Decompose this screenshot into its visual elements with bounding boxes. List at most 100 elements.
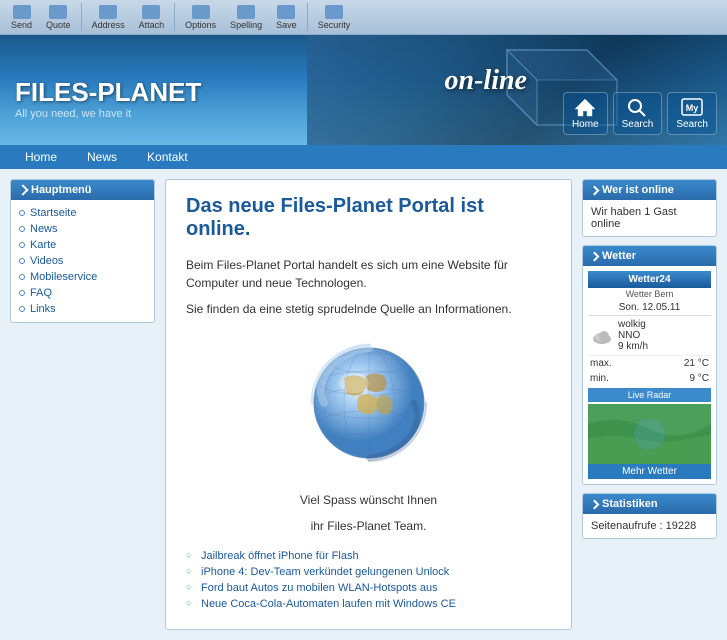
options-icon — [192, 5, 210, 19]
send-icon — [13, 5, 31, 19]
header-logo: FILES-PLANET All you need, we have it — [15, 77, 201, 120]
news-link-2[interactable]: Ford baut Autos zu mobilen WLAN-Hotspots… — [186, 582, 551, 594]
toolbar-options[interactable]: Options — [179, 3, 222, 32]
bullet-icon — [19, 290, 25, 296]
toolbar-security[interactable]: Security — [312, 3, 357, 32]
home-nav-button[interactable]: Home — [563, 92, 608, 135]
toolbar-address[interactable]: Address — [86, 3, 131, 32]
sidebar-item-videos[interactable]: Videos — [11, 253, 154, 269]
stats-box-content: Seitenaufrufe : 19228 — [583, 514, 716, 538]
bullet-icon — [19, 210, 25, 216]
globe-icon — [304, 338, 434, 468]
sidebar-item-startseite[interactable]: Startseite — [11, 205, 154, 221]
main-paragraph2: Sie finden da eine stetig sprudelnde Que… — [186, 300, 551, 318]
toolbar-quote[interactable]: Quote — [40, 3, 77, 32]
main-heading: Das neue Files-Planet Portal ist online. — [186, 195, 551, 241]
online-box-title: Wer ist online — [583, 180, 716, 200]
weather-info: wolkig NNO 9 km/h — [618, 319, 709, 352]
weather-temp-min: 9 °C — [689, 373, 709, 384]
toolbar-sep2 — [174, 3, 175, 31]
header: on-line FILES-PLANET All you need, we ha… — [0, 35, 727, 145]
main-paragraph1: Beim Files-Planet Portal handelt es sich… — [186, 256, 551, 292]
weather-box-title: Wetter — [583, 246, 716, 266]
online-box-content: Wir haben 1 Gast online — [583, 200, 716, 236]
weather-widget-title: Wetter24 — [588, 271, 711, 288]
sidebar-item-links[interactable]: Links — [11, 301, 154, 317]
search-icon — [625, 97, 649, 117]
sidebar-title: Hauptmenü — [11, 180, 154, 200]
online-arrow-icon — [590, 185, 600, 195]
site-title: FILES-PLANET — [15, 77, 201, 108]
main-content: Das neue Files-Planet Portal ist online.… — [165, 179, 572, 630]
toolbar-sep3 — [307, 3, 308, 31]
weather-widget: Wetter24 Wetter Bern Son. 12.05.11 wolki… — [583, 266, 716, 484]
sidebar-item-faq[interactable]: FAQ — [11, 285, 154, 301]
weather-temps: max. 21 °C — [588, 356, 711, 371]
weather-location: Wetter Bern — [588, 288, 711, 300]
attach-icon — [142, 5, 160, 19]
weather-box: Wetter Wetter24 Wetter Bern Son. 12.05.1… — [582, 245, 717, 485]
sidebar-menu: Startseite News Karte Videos Mobileservi… — [11, 200, 154, 322]
bullet-icon — [19, 226, 25, 232]
weather-temp-max: 21 °C — [684, 358, 709, 369]
site-subtitle: All you need, we have it — [15, 108, 201, 120]
content-wrapper: Hauptmenü Startseite News Karte Videos — [0, 169, 727, 640]
bullet-icon — [19, 274, 25, 280]
weather-arrow-icon — [590, 251, 600, 261]
weather-wind-dir: NNO — [618, 330, 709, 341]
weather-more-button[interactable]: Mehr Wetter — [588, 464, 711, 479]
sidebar-item-mobileservice[interactable]: Mobileservice — [11, 269, 154, 285]
bullet-icon — [19, 306, 25, 312]
svg-text:My: My — [686, 103, 699, 113]
online-box: Wer ist online Wir haben 1 Gast online — [582, 179, 717, 237]
sign-line1: Viel Spass wünscht Ihnen — [186, 491, 551, 509]
header-nav-icons: Home Search My Search — [563, 92, 717, 135]
weather-temp-label-max: max. — [590, 358, 612, 369]
nav-news[interactable]: News — [72, 145, 132, 169]
nav-kontakt[interactable]: Kontakt — [132, 145, 203, 169]
globe-container — [186, 338, 551, 471]
toolbar: Send Quote Address Attach Options Spelli… — [0, 0, 727, 35]
address-icon — [99, 5, 117, 19]
stats-arrow-icon — [590, 499, 600, 509]
toolbar-sep1 — [81, 3, 82, 31]
sidebar-arrow-icon — [17, 184, 28, 195]
toolbar-send[interactable]: Send — [5, 3, 38, 32]
security-icon — [325, 5, 343, 19]
sidebar-item-news[interactable]: News — [11, 221, 154, 237]
weather-temps-min: min. 9 °C — [588, 371, 711, 386]
online-text: on-line — [445, 65, 527, 97]
news-link-3[interactable]: Neue Coca-Cola-Automaten laufen mit Wind… — [186, 598, 551, 610]
news-link-0[interactable]: Jailbreak öffnet iPhone für Flash — [186, 550, 551, 562]
cloud-icon — [590, 327, 614, 345]
toolbar-spelling[interactable]: Spelling — [224, 3, 268, 32]
weather-date: Son. 12.05.11 — [588, 300, 711, 316]
news-links: Jailbreak öffnet iPhone für Flash iPhone… — [186, 550, 551, 610]
nav-home[interactable]: Home — [10, 145, 72, 169]
stats-box: Statistiken Seitenaufrufe : 19228 — [582, 493, 717, 539]
toolbar-attach[interactable]: Attach — [133, 3, 171, 32]
stats-box-title: Statistiken — [583, 494, 716, 514]
weather-temp-label-min: min. — [590, 373, 609, 384]
toolbar-save[interactable]: Save — [270, 3, 303, 32]
weather-map — [588, 404, 711, 464]
my-search-nav-button[interactable]: My Search — [667, 92, 717, 135]
my-search-icon: My — [680, 97, 704, 117]
weather-radar-button[interactable]: Live Radar — [588, 388, 711, 402]
main-nav: Home News Kontakt — [0, 145, 727, 169]
left-sidebar: Hauptmenü Startseite News Karte Videos — [10, 179, 155, 630]
quote-icon — [49, 5, 67, 19]
weather-map-overlay — [588, 404, 711, 464]
bullet-icon — [19, 242, 25, 248]
right-sidebar: Wer ist online Wir haben 1 Gast online W… — [582, 179, 717, 630]
sidebar-item-karte[interactable]: Karte — [11, 237, 154, 253]
sign-line2: ihr Files-Planet Team. — [186, 517, 551, 535]
save-icon — [277, 5, 295, 19]
news-link-1[interactable]: iPhone 4: Dev-Team verkündet gelungenen … — [186, 566, 551, 578]
sidebar-box: Hauptmenü Startseite News Karte Videos — [10, 179, 155, 323]
search-nav-button[interactable]: Search — [613, 92, 663, 135]
weather-condition-row: wolkig NNO 9 km/h — [588, 316, 711, 356]
home-icon — [573, 97, 597, 117]
spelling-icon — [237, 5, 255, 19]
bullet-icon — [19, 258, 25, 264]
